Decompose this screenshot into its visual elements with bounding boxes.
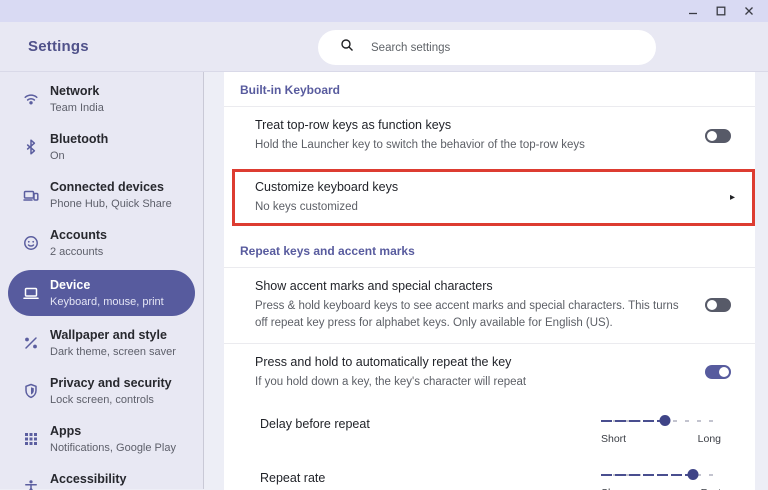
row-subtitle: Hold the Launcher key to switch the beha…: [255, 138, 585, 151]
row-subtitle: Press & hold keyboard keys to see accent…: [255, 300, 679, 330]
row-accent-marks: Show accent marks and special characters…: [224, 268, 755, 342]
settings-header: Settings Search settings: [0, 22, 768, 72]
row-repeat-rate: Repeat rate Slow Fast: [224, 451, 755, 490]
row-function-keys: Treat top-row keys as function keys Hold…: [224, 107, 755, 164]
chevron-right-icon: ▸: [729, 192, 735, 204]
delay-slider[interactable]: [601, 415, 721, 427]
sidebar-item-device[interactable]: Device Keyboard, mouse, print: [8, 270, 195, 316]
row-title: Press and hold to automatically repeat t…: [255, 354, 512, 369]
row-title: Show accent marks and special characters: [255, 279, 493, 294]
row-subtitle: If you hold down a key, the key's charac…: [255, 375, 527, 388]
sidebar-item-accessibility[interactable]: Accessibility Screen reader, magnificati…: [0, 463, 203, 490]
search-placeholder: Search settings: [371, 41, 451, 54]
minimize-button[interactable]: [682, 2, 704, 20]
sidebar-item-bluetooth[interactable]: Bluetooth On: [0, 123, 203, 171]
row-subtitle: No keys customized: [255, 201, 358, 213]
laptop-icon: [22, 284, 40, 302]
repeat-rate-slider[interactable]: [601, 469, 721, 481]
search-icon: [340, 38, 354, 57]
close-button[interactable]: [738, 2, 760, 20]
sidebar-item-label: Network: [50, 84, 100, 99]
window-titlebar: [0, 0, 768, 22]
slider-min-label: Short: [601, 432, 627, 445]
maximize-button[interactable]: [710, 2, 732, 20]
section-built-in-keyboard: Built-in Keyboard: [240, 83, 341, 97]
sidebar-item-accounts[interactable]: Accounts 2 accounts: [0, 219, 203, 267]
auto-repeat-toggle[interactable]: [705, 365, 731, 380]
slider-label: Delay before repeat: [260, 416, 370, 431]
content-area: Built-in Keyboard Treat top-row keys as …: [204, 72, 768, 490]
sidebar: Network Team India Bluetooth On Connecte…: [0, 72, 204, 490]
delay-slider-knob[interactable]: [659, 415, 671, 427]
settings-window: Settings Search settings Network Team In…: [0, 0, 768, 490]
sidebar-item-sub: Team India: [50, 101, 104, 114]
account-icon: [22, 234, 40, 252]
slider-label: Repeat rate: [260, 470, 326, 485]
sidebar-item-network[interactable]: Network Team India: [0, 75, 203, 123]
search-input[interactable]: Search settings: [318, 30, 656, 65]
sidebar-item-apps[interactable]: Apps Notifications, Google Play: [0, 415, 203, 463]
row-delay-before-repeat: Delay before repeat Short Long: [224, 401, 755, 451]
section-repeat-keys: Repeat keys and accent marks: [240, 244, 415, 259]
devices-icon: [22, 186, 40, 204]
shield-icon: [22, 382, 40, 400]
accent-marks-toggle[interactable]: [705, 298, 731, 313]
wallpaper-icon: [22, 334, 40, 352]
sidebar-item-connected-devices[interactable]: Connected devices Phone Hub, Quick Share: [0, 171, 203, 219]
slider-max-label: Long: [697, 432, 721, 445]
sidebar-item-wallpaper[interactable]: Wallpaper and style Dark theme, screen s…: [0, 319, 203, 367]
wifi-icon: [22, 90, 40, 108]
keyboard-settings-card: Built-in Keyboard Treat top-row keys as …: [224, 72, 755, 490]
maximize-icon: [716, 6, 726, 16]
accessibility-icon: [22, 478, 40, 490]
sidebar-item-privacy[interactable]: Privacy and security Lock screen, contro…: [0, 367, 203, 415]
minimize-icon: [688, 6, 698, 16]
repeat-rate-slider-knob[interactable]: [687, 469, 699, 481]
row-customize-keyboard-keys[interactable]: Customize keyboard keys No keys customiz…: [232, 169, 755, 227]
function-keys-toggle[interactable]: [705, 128, 731, 143]
row-title: Customize keyboard keys: [255, 180, 399, 195]
bluetooth-icon: [22, 138, 40, 156]
apps-grid-icon: [22, 430, 40, 448]
close-icon: [744, 6, 754, 16]
row-title: Treat top-row keys as function keys: [255, 118, 452, 132]
page-title: Settings: [28, 38, 89, 55]
row-auto-repeat: Press and hold to automatically repeat t…: [224, 344, 755, 401]
